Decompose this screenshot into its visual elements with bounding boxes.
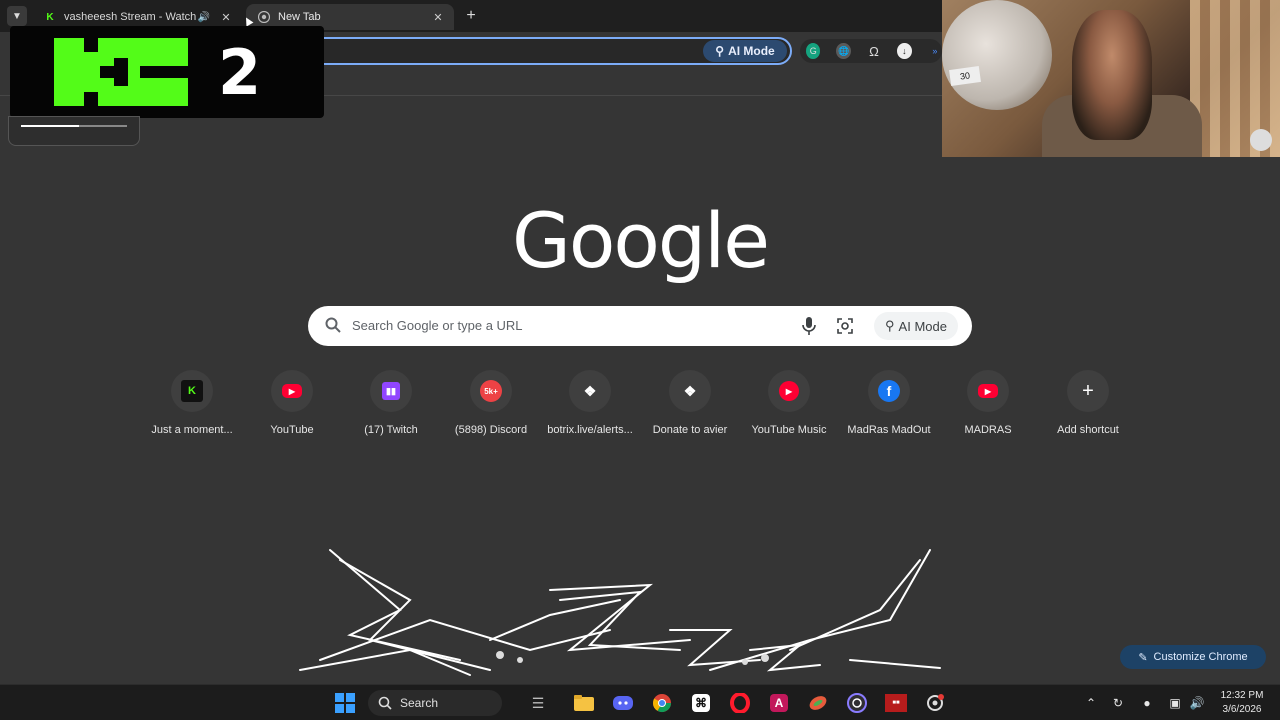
news-icon[interactable]: ■■ xyxy=(884,691,908,715)
capcut-icon[interactable]: ⌘ xyxy=(689,691,713,715)
progress-fill xyxy=(21,125,80,127)
windows-start-icon[interactable] xyxy=(333,691,357,715)
globe-icon[interactable]: 🌐 xyxy=(836,43,851,59)
chrome-icon xyxy=(258,11,270,23)
game-icon[interactable] xyxy=(806,691,830,715)
zzz-background-art xyxy=(299,549,941,676)
shortcut-discord[interactable]: 5k+ (5898) Discord xyxy=(441,370,541,440)
microphone-icon[interactable]: ● xyxy=(1139,695,1155,711)
google-logo: Google xyxy=(511,196,770,285)
shortcut-donate[interactable]: ❖ Donate to avier xyxy=(640,370,740,440)
tab-title: vasheeesh Stream - Watch Live on Kick xyxy=(64,11,196,23)
search-box[interactable]: Search Google or type a URL ⚲ AI Mode xyxy=(308,306,972,346)
omega-icon[interactable]: Ω xyxy=(867,43,881,59)
shortcut-label: MadRas MadOut xyxy=(847,424,931,436)
volume-icon[interactable]: 🔊 xyxy=(1189,695,1205,711)
shortcut-madras-madout[interactable]: f MadRas MadOut xyxy=(839,370,939,440)
file-explorer-icon[interactable] xyxy=(572,691,596,715)
person-face xyxy=(1072,10,1152,140)
clock-date: 3/6/2026 xyxy=(1222,704,1262,715)
search-icon xyxy=(378,696,392,710)
grammarly-icon[interactable]: G xyxy=(806,43,821,59)
kick-icon: K xyxy=(46,11,54,23)
settings-icon[interactable] xyxy=(923,691,947,715)
progress-track xyxy=(21,125,127,127)
taskbar-search[interactable]: Search xyxy=(368,690,502,716)
chevron-down-icon: ▼ xyxy=(12,10,22,22)
discord-icon[interactable] xyxy=(611,691,635,715)
shortcut-youtube[interactable]: ▶ YouTube xyxy=(242,370,342,440)
shortcut-label: YouTube Music xyxy=(751,424,827,436)
ai-mode-button[interactable]: ⚲ AI Mode xyxy=(874,312,958,340)
kick-overlay: 2 xyxy=(10,26,324,118)
extension-icon[interactable]: » xyxy=(928,43,942,59)
network-icon[interactable]: ▣ xyxy=(1167,695,1183,711)
search-input[interactable]: Search Google or type a URL xyxy=(352,318,523,333)
shortcut-label: Donate to avier xyxy=(652,424,728,436)
ai-search-icon: ⚲ xyxy=(715,44,725,58)
close-tab-icon[interactable]: ✕ xyxy=(430,11,446,24)
shortcut-label: botrix.live/alerts... xyxy=(547,424,633,436)
botrix-icon: ❖ xyxy=(683,382,697,399)
shortcut-youtube-music[interactable]: ▶ YouTube Music xyxy=(739,370,839,440)
plus-icon: + xyxy=(1082,379,1094,402)
pillow-shape xyxy=(942,0,1052,110)
speaker-icon[interactable]: 🔊 xyxy=(196,12,212,23)
pencil-icon: ✎ xyxy=(1138,651,1148,664)
obs-icon[interactable] xyxy=(845,691,869,715)
youtube-music-icon: ▶ xyxy=(779,381,799,401)
add-shortcut-button[interactable]: + Add shortcut xyxy=(1038,370,1138,440)
shortcuts-grid: K Just a moment... ▶ YouTube ▮▮ (17) Twi… xyxy=(142,370,1142,450)
taskbar-clock[interactable]: 12:32 PM 3/6/2026 xyxy=(1212,689,1272,717)
shortcut-madras[interactable]: ▶ MADRAS xyxy=(938,370,1038,440)
botrix-icon: ❖ xyxy=(583,382,597,399)
youtube-icon: ▶ xyxy=(978,384,998,398)
shortcut-label: Just a moment... xyxy=(151,424,233,436)
shortcut-label: Add shortcut xyxy=(1057,424,1119,436)
extensions-group: G 🌐 Ω ↓ » xyxy=(800,39,942,63)
tab-title: New Tab xyxy=(278,11,321,23)
shortcut-label: (17) Twitch xyxy=(364,424,418,436)
customize-chrome-button[interactable]: ✎ Customize Chrome xyxy=(1120,645,1266,669)
kick-logo-icon xyxy=(54,38,188,106)
youtube-icon: ▶ xyxy=(282,384,302,398)
customize-label: Customize Chrome xyxy=(1153,651,1248,663)
facebook-icon: f xyxy=(878,380,900,402)
shortcut-label: MADRAS xyxy=(964,424,1012,436)
webcam-overlay: 30 xyxy=(942,0,1280,157)
kick-progress-panel xyxy=(8,116,140,146)
chrome-icon[interactable] xyxy=(650,691,674,715)
clock-time: 12:32 PM xyxy=(1220,690,1264,701)
sync-icon[interactable]: ↻ xyxy=(1110,695,1126,711)
widgets-icon[interactable]: ☰ xyxy=(526,691,550,715)
taskbar-search-label: Search xyxy=(400,696,439,710)
plus-icon: + xyxy=(466,7,476,24)
discord-icon: 5k+ xyxy=(480,380,502,402)
search-icon xyxy=(325,317,341,333)
kick-icon: K xyxy=(181,380,203,402)
shortcut-label: (5898) Discord xyxy=(454,424,528,436)
screen: ▼ K vasheeesh Stream - Watch Live on Kic… xyxy=(0,0,1280,720)
microphone-icon[interactable] xyxy=(800,316,818,336)
taskbar: Search ☰ ⌘ A ■■ ⌃ ↻ ● ▣ 🔊 12:32 PM 3/6/2… xyxy=(0,684,1280,720)
ai-search-icon: ⚲ xyxy=(885,318,895,333)
google-lens-icon[interactable] xyxy=(836,317,854,335)
shortcut-twitch[interactable]: ▮▮ (17) Twitch xyxy=(341,370,441,440)
opera-icon[interactable] xyxy=(728,691,752,715)
shortcut-just-a-moment[interactable]: K Just a moment... xyxy=(142,370,242,440)
kick-counter: 2 xyxy=(218,36,262,109)
close-tab-icon[interactable]: ✕ xyxy=(218,11,234,24)
shortcut-botrix[interactable]: ❖ botrix.live/alerts... xyxy=(540,370,640,440)
download-icon[interactable]: ↓ xyxy=(897,43,912,59)
affinity-icon[interactable]: A xyxy=(767,691,791,715)
twitch-icon: ▮▮ xyxy=(382,382,400,400)
tab-search-button[interactable]: ▼ xyxy=(7,6,27,26)
ai-mode-label: AI Mode xyxy=(898,318,947,334)
ai-mode-button[interactable]: ⚲ AI Mode xyxy=(703,40,787,62)
avatar-badge-icon xyxy=(1250,129,1272,151)
chevron-up-icon[interactable]: ⌃ xyxy=(1083,695,1099,711)
shortcut-label: YouTube xyxy=(270,424,314,436)
new-tab-button[interactable]: + xyxy=(462,7,480,25)
ai-mode-label: AI Mode xyxy=(728,44,775,58)
